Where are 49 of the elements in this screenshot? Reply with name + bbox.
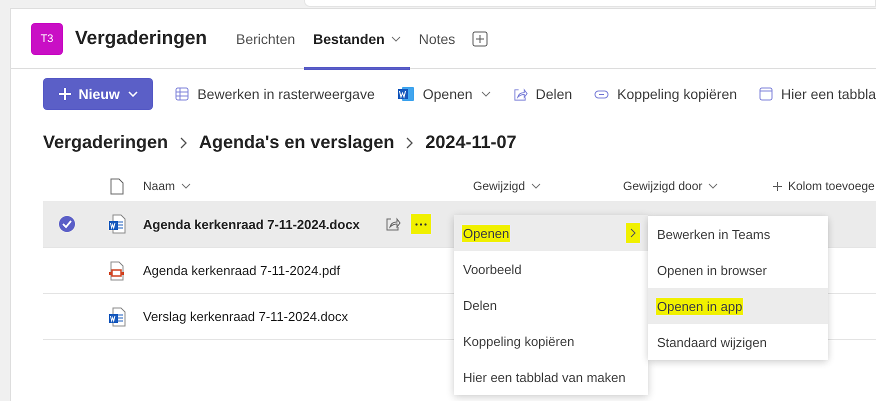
- word-icon: [396, 86, 415, 102]
- menu-item[interactable]: Openen: [454, 215, 648, 251]
- column-header[interactable]: Naam: [143, 179, 192, 193]
- file-name[interactable]: Verslag kerkenraad 7-11-2024.docx: [143, 309, 385, 324]
- new-button[interactable]: Nieuw: [43, 78, 154, 110]
- column-header[interactable]: Gewijzigd door: [623, 179, 718, 193]
- tab[interactable]: Notes: [410, 10, 464, 70]
- menu-item[interactable]: Openen in app: [648, 288, 828, 324]
- toolbar-button[interactable]: Hier een tabbla: [759, 86, 876, 102]
- plus-icon: [773, 182, 782, 190]
- breadcrumb-link[interactable]: 2024-11-07: [425, 132, 516, 153]
- tab[interactable]: Berichten: [227, 10, 304, 70]
- menu-item[interactable]: Koppeling kopiëren: [454, 323, 648, 359]
- file-name[interactable]: Agenda kerkenraad 7-11-2024.pdf: [143, 263, 385, 278]
- share-icon[interactable]: [385, 216, 401, 232]
- link-icon: [594, 90, 610, 98]
- menu-item[interactable]: Openen in browser: [648, 252, 828, 288]
- ellipsis-icon: [415, 222, 427, 226]
- add-tab-icon[interactable]: [472, 30, 488, 46]
- team-name: Vergaderingen: [75, 28, 207, 50]
- file-type-icon: [110, 178, 124, 194]
- tab-icon: [759, 87, 774, 101]
- menu-item[interactable]: Delen: [454, 287, 648, 323]
- toolbar-button[interactable]: Koppeling kopiëren: [594, 86, 738, 102]
- toolbar-button[interactable]: Bewerken in rasterweergave: [175, 86, 375, 102]
- menu-item[interactable]: Hier een tabblad van maken: [454, 359, 648, 395]
- team-avatar: T3: [31, 22, 63, 54]
- word-document-icon: [108, 214, 126, 234]
- grid-icon: [175, 87, 190, 101]
- tab[interactable]: Bestanden: [304, 10, 410, 70]
- breadcrumb-link[interactable]: Agenda's en verslagen: [199, 132, 394, 153]
- column-header[interactable]: Gewijzigd: [473, 179, 542, 193]
- chevron-right-icon: [406, 136, 414, 148]
- breadcrumb-link[interactable]: Vergaderingen: [43, 132, 168, 153]
- word-document-icon: [108, 306, 126, 326]
- menu-item[interactable]: Bewerken in Teams: [648, 216, 828, 252]
- chevron-down-icon: [128, 91, 138, 97]
- plus-icon: [58, 88, 71, 100]
- chevron-right-icon: [180, 136, 188, 148]
- share-icon: [512, 86, 528, 102]
- more-options-button[interactable]: [411, 214, 431, 234]
- menu-item[interactable]: Standaard wijzigen: [648, 324, 828, 360]
- pdf-document-icon: [108, 260, 126, 280]
- menu-item[interactable]: Voorbeeld: [454, 251, 648, 287]
- add-column-button[interactable]: Kolom toevoege: [773, 179, 875, 193]
- file-name[interactable]: Agenda kerkenraad 7-11-2024.docx: [143, 216, 385, 232]
- toolbar-button[interactable]: Openen: [396, 86, 491, 102]
- checkmark-icon[interactable]: [58, 215, 76, 233]
- toolbar-button[interactable]: Delen: [512, 86, 572, 102]
